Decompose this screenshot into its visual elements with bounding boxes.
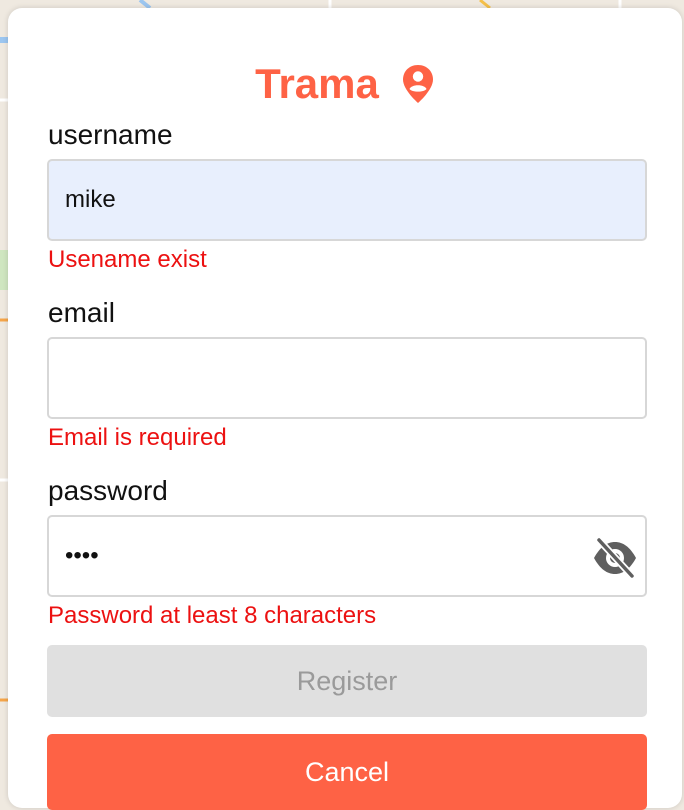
username-error: Usename exist <box>48 246 207 273</box>
cancel-button[interactable]: Cancel <box>47 734 647 810</box>
register-dialog: Trama username Usename exist email Email… <box>8 8 682 810</box>
brand-title: Trama <box>255 60 379 107</box>
password-label: password <box>48 475 168 506</box>
email-label: email <box>48 297 115 328</box>
username-input[interactable] <box>47 159 647 241</box>
eye-off-icon[interactable] <box>592 538 638 578</box>
email-input[interactable] <box>47 337 647 419</box>
email-error: Email is required <box>48 424 227 451</box>
password-error: Password at least 8 characters <box>48 602 377 629</box>
brand-header: Trama <box>8 58 682 110</box>
map-pin-icon <box>402 65 433 103</box>
password-input[interactable] <box>47 515 647 597</box>
username-label: username <box>48 119 173 150</box>
register-button[interactable]: Register <box>47 645 647 717</box>
